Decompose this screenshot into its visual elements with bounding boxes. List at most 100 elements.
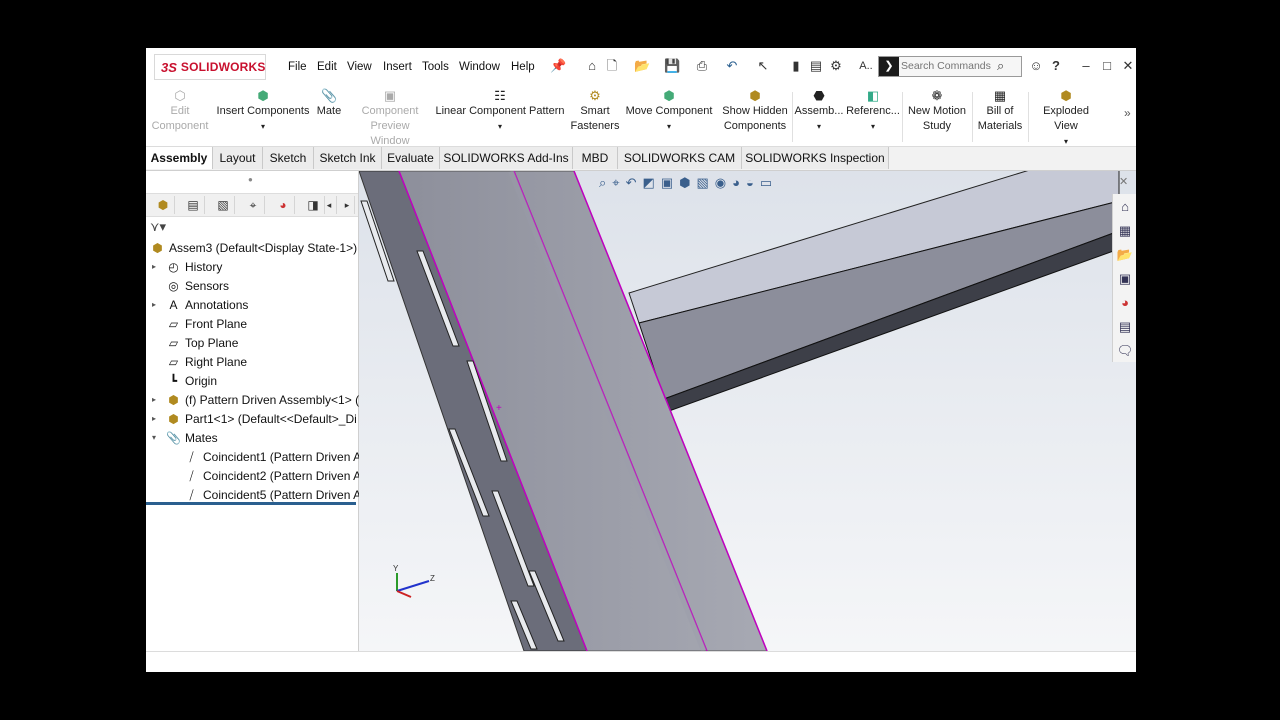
menu-help[interactable]: Help — [511, 61, 535, 73]
propertymanager-tab-icon[interactable]: ▤ — [182, 196, 205, 214]
edit-component-button[interactable]: ⬡ Edit Component — [150, 88, 210, 134]
dropdown-arrow-icon[interactable]: ▾ — [261, 122, 265, 131]
tree-item-history[interactable]: ▸ ◴ History — [152, 258, 222, 276]
tree-item-coincident2[interactable]: ⧸ Coincident2 (Pattern Driven A — [184, 467, 361, 485]
configurationmanager-tab-icon[interactable]: ▧ — [212, 196, 235, 214]
expand-arrow-icon[interactable]: ▸ — [152, 296, 162, 314]
expand-arrow-icon[interactable]: ▸ — [152, 391, 162, 409]
select-arrow-icon[interactable]: ↖ — [755, 58, 771, 74]
design-library-icon[interactable]: ▦ — [1115, 220, 1135, 242]
show-hidden-components-button[interactable]: ⬢ Show Hidden Components — [720, 88, 790, 134]
collapse-arrow-icon[interactable]: ▾ — [152, 429, 162, 447]
home-icon[interactable]: ⌂ — [584, 58, 600, 74]
section-view-icon[interactable]: ◩ — [643, 175, 655, 190]
expand-arrow-icon[interactable]: ▸ — [152, 258, 162, 276]
search-input[interactable] — [901, 58, 995, 74]
view-palette-icon[interactable]: ▣ — [1115, 268, 1135, 290]
dropdown-arrow-icon[interactable]: ▾ — [817, 122, 821, 131]
forum-icon[interactable]: 🗨 — [1115, 340, 1135, 362]
menu-window[interactable]: Window — [459, 61, 500, 73]
linear-component-pattern-button[interactable]: ☷ Linear Component Pattern ▾ — [434, 88, 566, 134]
solidworks-logo[interactable]: 3S SOLIDWORKS — [154, 54, 266, 80]
dropdown-arrow-icon[interactable]: ▾ — [871, 122, 875, 131]
graphics-area[interactable]: + Y Z ⌕ ⌖ ↶ ◩ ▣ ⬢ ▧ ◉ ◕ ◒ ▭ ✕ — [359, 171, 1136, 651]
dropdown-arrow-icon[interactable]: ▾ — [498, 122, 502, 131]
tab-evaluate[interactable]: Evaluate — [382, 147, 440, 169]
search-commands-box[interactable]: ❯ ⌕ — [878, 56, 1022, 77]
hide-show-items-icon[interactable]: ◉ — [715, 175, 726, 190]
task-pane-home-icon[interactable]: ⌂ — [1115, 196, 1135, 218]
user-icon[interactable]: ☺ — [1028, 58, 1044, 74]
traffic-light-icon[interactable]: ▮ — [788, 58, 804, 74]
dropdown-arrow-icon[interactable]: ▾ — [1064, 137, 1068, 146]
open-folder-icon[interactable]: 📂 — [634, 58, 650, 74]
custom-properties-icon[interactable]: ▤ — [1115, 316, 1135, 338]
tab-assembly[interactable]: Assembly — [146, 147, 213, 169]
more-commands-icon[interactable]: A.. — [858, 58, 874, 74]
menu-view[interactable]: View — [347, 61, 372, 73]
tab-sketch-ink[interactable]: Sketch Ink — [314, 147, 382, 169]
appearances-icon[interactable]: ◕ — [1115, 292, 1135, 314]
3d-model-view[interactable]: + Y Z — [359, 171, 1136, 651]
display-manager-tab-icon[interactable]: ◕ — [272, 196, 295, 214]
help-question-icon[interactable]: ? — [1048, 58, 1064, 74]
close-icon[interactable]: ✕ — [1120, 58, 1136, 74]
filter-icon[interactable]: ⋎▾ — [150, 219, 166, 235]
zoom-to-fit-icon[interactable]: ⌕ — [599, 175, 606, 190]
pin-icon[interactable]: 📌 — [550, 58, 566, 74]
reference-geometry-button[interactable]: ◧ Referenc... ▾ — [846, 88, 900, 134]
ribbon-overflow-icon[interactable]: » — [1124, 106, 1131, 120]
tree-item-sensors[interactable]: ◎ Sensors — [166, 277, 229, 295]
dimxpert-tab-icon[interactable]: ⌖ — [242, 196, 265, 214]
apply-scene-icon[interactable]: ◒ — [746, 175, 754, 190]
view-settings-icon[interactable]: ▭ — [760, 175, 772, 190]
new-document-icon[interactable]: 🗋 — [604, 58, 620, 74]
tab-solidworks-inspection[interactable]: SOLIDWORKS Inspection — [742, 147, 889, 169]
file-explorer-icon[interactable]: 📂 — [1115, 244, 1135, 266]
search-icon[interactable]: ⌕ — [997, 58, 1004, 74]
maximize-icon[interactable]: □ — [1099, 58, 1115, 74]
save-icon[interactable]: 💾 — [664, 58, 680, 74]
menu-file[interactable]: File — [288, 61, 307, 73]
menu-tools[interactable]: Tools — [422, 61, 449, 73]
tree-item-mates[interactable]: ▾ 📎 Mates — [152, 429, 218, 447]
tree-item-right-plane[interactable]: ▱ Right Plane — [166, 353, 247, 371]
tab-scroll-right-icon[interactable]: ▸ — [340, 196, 355, 214]
insert-components-button[interactable]: ⬢ Insert Components ▾ — [214, 88, 312, 134]
zoom-to-area-icon[interactable]: ⌖ — [612, 175, 619, 190]
assembly-features-button[interactable]: ⬣ Assemb... ▾ — [794, 88, 844, 134]
panel-splitter-handle[interactable]: ● — [248, 175, 253, 184]
new-motion-study-button[interactable]: ❁ New Motion Study — [904, 88, 970, 134]
tab-scroll-left-icon[interactable]: ◂ — [322, 196, 337, 214]
tab-mbd[interactable]: MBD — [573, 147, 618, 169]
expand-arrow-icon[interactable]: ▸ — [152, 410, 162, 428]
mate-button[interactable]: 📎 Mate — [314, 88, 344, 119]
tree-root-assem3[interactable]: ⬢ Assem3 (Default<Display State-1>) — [150, 239, 357, 257]
edit-appearance-icon[interactable]: ◕ — [732, 175, 740, 190]
tab-solidworks-add-ins[interactable]: SOLIDWORKS Add-Ins — [440, 147, 573, 169]
display-style-icon[interactable]: ▧ — [696, 175, 708, 190]
tree-item-coincident1[interactable]: ⧸ Coincident1 (Pattern Driven A — [184, 448, 361, 466]
tree-item-origin[interactable]: ┗ Origin — [166, 372, 217, 390]
menu-edit[interactable]: Edit — [317, 61, 337, 73]
print-icon[interactable]: ⎙ — [694, 58, 710, 74]
view-orientation-icon[interactable]: ⬢ — [679, 175, 690, 190]
tab-sketch[interactable]: Sketch — [263, 147, 314, 169]
tree-item-part1[interactable]: ▸ ⬢ Part1<1> (Default<<Default>_Di — [152, 410, 357, 428]
minimize-icon[interactable]: – — [1078, 58, 1094, 74]
tree-item-front-plane[interactable]: ▱ Front Plane — [166, 315, 247, 333]
file-properties-icon[interactable]: ▤ — [808, 58, 824, 74]
dropdown-arrow-icon[interactable]: ▾ — [667, 122, 671, 131]
dynamic-annotation-icon[interactable]: ▣ — [661, 175, 673, 190]
previous-view-icon[interactable]: ↶ — [626, 175, 637, 190]
component-preview-button[interactable]: ▣ Component Preview Window — [350, 88, 430, 149]
move-component-button[interactable]: ⬢ Move Component ▾ — [624, 88, 714, 134]
tab-layout[interactable]: Layout — [213, 147, 263, 169]
undo-icon[interactable]: ↶ — [724, 58, 740, 74]
exploded-view-button[interactable]: ⬢ Exploded View ▾ — [1030, 88, 1102, 149]
tree-item-top-plane[interactable]: ▱ Top Plane — [166, 334, 239, 352]
featuremanager-tab-icon[interactable]: ⬢ — [152, 196, 175, 214]
viewport-close-icon[interactable]: ✕ — [1119, 175, 1128, 188]
smart-fasteners-button[interactable]: ⚙ Smart Fasteners — [568, 88, 622, 134]
options-gear-icon[interactable]: ⚙ — [828, 58, 844, 74]
